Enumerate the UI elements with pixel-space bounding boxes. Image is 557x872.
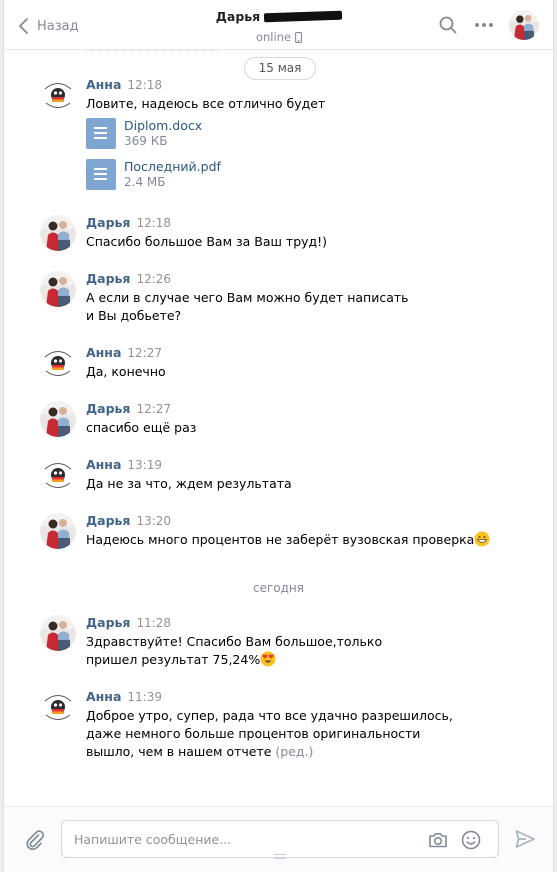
chevron-left-icon <box>19 18 28 34</box>
document-attachment[interactable]: Последний.pdf 2.4 МБ <box>86 159 286 191</box>
send-button[interactable] <box>514 828 536 853</box>
avatar[interactable] <box>40 457 76 493</box>
message-author[interactable]: Дарья <box>86 513 130 528</box>
message-time[interactable]: 11:28 <box>136 616 171 630</box>
message-input[interactable] <box>74 821 414 857</box>
message-author[interactable]: Анна <box>86 457 121 472</box>
document-size: 2.4 МБ <box>124 175 166 189</box>
avatar[interactable] <box>40 401 76 437</box>
message-author[interactable]: Дарья <box>86 271 130 286</box>
document-name[interactable]: Последний.pdf <box>124 159 221 174</box>
message-text: Да не за что, ждем результата <box>86 476 292 491</box>
search-button[interactable] <box>433 10 463 40</box>
document-name[interactable]: Diplom.docx <box>124 118 202 133</box>
message-author[interactable]: Анна <box>86 689 121 704</box>
edited-label[interactable]: (ред.) <box>275 744 313 759</box>
date-divider: 15 мая <box>85 50 316 80</box>
grinning-emoji-icon <box>474 531 490 547</box>
message-time[interactable]: 12:26 <box>136 272 171 286</box>
smile-icon <box>461 830 481 850</box>
document-icon <box>86 159 116 190</box>
redacted-surname <box>264 10 343 23</box>
document-attachment[interactable]: Diplom.docx 369 КБ <box>86 118 286 150</box>
message-input-box <box>61 820 499 858</box>
contact-name: Дарья <box>215 9 261 24</box>
back-button[interactable]: Назад <box>19 16 79 36</box>
avatar[interactable] <box>40 77 76 113</box>
message-text: Да, конечно <box>86 364 166 379</box>
chat-window: Назад Дарья online 15 мая Анна 12:18 Лов… <box>3 0 554 872</box>
message-time[interactable]: 12:18 <box>127 78 162 92</box>
message-text: Спасибо большое Вам за Ваш труд!) <box>86 234 328 249</box>
heart-eyes-emoji-icon <box>260 651 276 667</box>
message-text: А если в случае чего Вам можно будет нап… <box>86 290 409 323</box>
search-icon <box>439 16 457 34</box>
avatar[interactable] <box>40 271 76 307</box>
message-text-wrap: Здравствуйте! Спасибо Вам большое,только… <box>86 633 421 669</box>
message-author[interactable]: Анна <box>86 345 121 360</box>
chat-title-block[interactable]: Дарья online <box>164 9 394 44</box>
message-text-wrap: Надеюсь много процентов не заберёт вузов… <box>86 531 526 549</box>
back-label: Назад <box>37 18 79 34</box>
message-author[interactable]: Дарья <box>86 615 130 630</box>
message-author[interactable]: Дарья <box>86 401 130 416</box>
camera-button[interactable] <box>427 829 449 854</box>
avatar[interactable] <box>40 345 76 381</box>
message-author[interactable]: Анна <box>86 77 121 92</box>
header-actions <box>433 10 539 40</box>
message-composer <box>4 806 553 872</box>
more-button[interactable] <box>469 10 499 40</box>
mobile-phone-icon <box>295 31 302 43</box>
message-time[interactable]: 12:27 <box>136 402 171 416</box>
message-text-wrap: Доброе утро, супер, рада что все удачно … <box>86 707 471 761</box>
message-text: Ловите, надеюсь все отлично будет <box>86 96 326 111</box>
camera-icon <box>429 833 447 848</box>
message-text: Надеюсь много процентов не заберёт вузов… <box>86 532 475 547</box>
document-size: 369 КБ <box>124 134 168 148</box>
contact-avatar[interactable] <box>509 10 539 40</box>
resize-handle[interactable] <box>274 854 286 859</box>
message-text: спасибо ещё раз <box>86 420 197 435</box>
message-time[interactable]: 11:39 <box>127 690 162 704</box>
emoji-button[interactable] <box>460 829 482 854</box>
attach-button[interactable] <box>24 829 46 854</box>
online-status: online <box>255 30 292 44</box>
avatar[interactable] <box>40 615 76 651</box>
avatar[interactable] <box>40 513 76 549</box>
message-time[interactable]: 13:20 <box>136 514 171 528</box>
paperclip-icon <box>26 830 45 851</box>
avatar[interactable] <box>40 215 76 251</box>
message-text: Доброе утро, супер, рада что все удачно … <box>86 708 453 759</box>
message-time[interactable]: 12:18 <box>136 216 171 230</box>
message-time[interactable]: 12:27 <box>127 346 162 360</box>
more-dots-icon <box>475 23 493 27</box>
avatar[interactable] <box>40 689 76 725</box>
message-time[interactable]: 13:19 <box>127 458 162 472</box>
date-divider: сегодня <box>253 581 304 595</box>
message-author[interactable]: Дарья <box>86 215 130 230</box>
send-icon <box>515 830 535 848</box>
chat-header: Назад Дарья online <box>4 0 553 50</box>
message-text: Здравствуйте! Спасибо Вам большое,только… <box>86 634 383 667</box>
document-icon <box>86 118 116 149</box>
